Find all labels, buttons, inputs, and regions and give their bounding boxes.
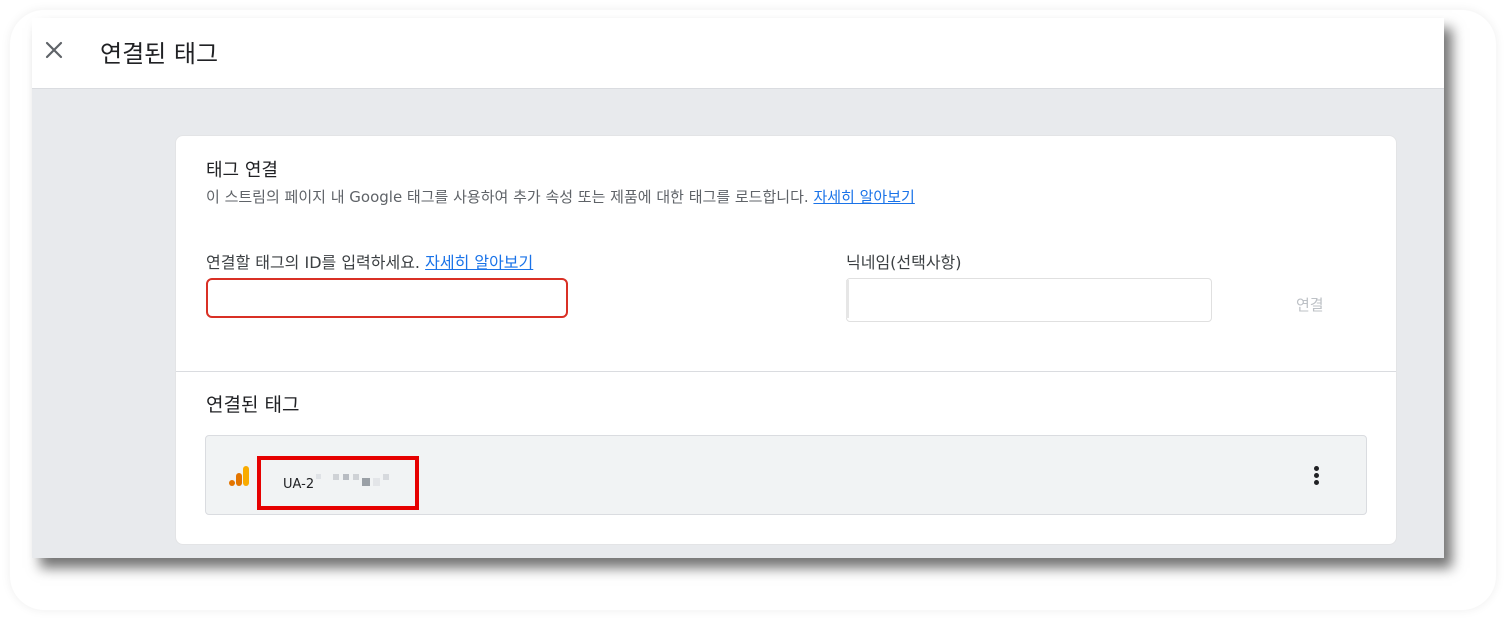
more-vert-icon[interactable]: [1304, 462, 1328, 490]
nickname-label: 닉네임(선택사항): [846, 253, 962, 272]
redacted-id-pixel: [353, 474, 359, 480]
connect-button[interactable]: 연결: [1296, 294, 1324, 315]
linked-tags-heading: 연결된 태그: [206, 394, 300, 416]
linked-tag-row[interactable]: UA-2: [205, 435, 1367, 515]
highlight-box: UA-2: [257, 456, 419, 510]
google-analytics-icon: [229, 464, 251, 488]
page-title: 연결된 태그: [100, 40, 219, 68]
tag-id-text: UA-2: [283, 477, 315, 492]
redacted-id-pixel: [383, 474, 389, 480]
tag-id-input[interactable]: [206, 278, 568, 318]
tag-id-label-text: 연결할 태그의 ID를 입력하세요.: [206, 253, 421, 272]
nickname-input-edge: [846, 280, 849, 318]
content-background: 태그 연결 이 스트림의 페이지 내 Google 태그를 사용하여 추가 속성…: [32, 89, 1444, 558]
section-divider: [176, 371, 1396, 372]
close-icon[interactable]: [42, 38, 66, 62]
card-title: 태그 연결: [206, 160, 278, 181]
redacted-id-pixel: [316, 474, 321, 479]
redacted-id-pixel: [373, 478, 380, 486]
redacted-id-pixel: [343, 474, 349, 480]
card-description: 이 스트림의 페이지 내 Google 태그를 사용하여 추가 속성 또는 제품…: [206, 186, 915, 207]
top-bar: 연결된 태그: [32, 18, 1444, 89]
card-description-text: 이 스트림의 페이지 내 Google 태그를 사용하여 추가 속성 또는 제품…: [206, 188, 809, 206]
tag-id-learn-more-link[interactable]: 자세히 알아보기: [425, 253, 533, 272]
redacted-id-pixel: [362, 478, 370, 486]
nickname-input[interactable]: [846, 278, 1212, 322]
redacted-id-pixel: [333, 474, 339, 480]
learn-more-link[interactable]: 자세히 알아보기: [813, 188, 914, 206]
tag-id-label: 연결할 태그의 ID를 입력하세요. 자세히 알아보기: [206, 249, 533, 273]
connected-tags-panel: 연결된 태그 태그 연결 이 스트림의 페이지 내 Google 태그를 사용하…: [32, 18, 1444, 558]
connect-tag-card: 태그 연결 이 스트림의 페이지 내 Google 태그를 사용하여 추가 속성…: [175, 135, 1397, 545]
